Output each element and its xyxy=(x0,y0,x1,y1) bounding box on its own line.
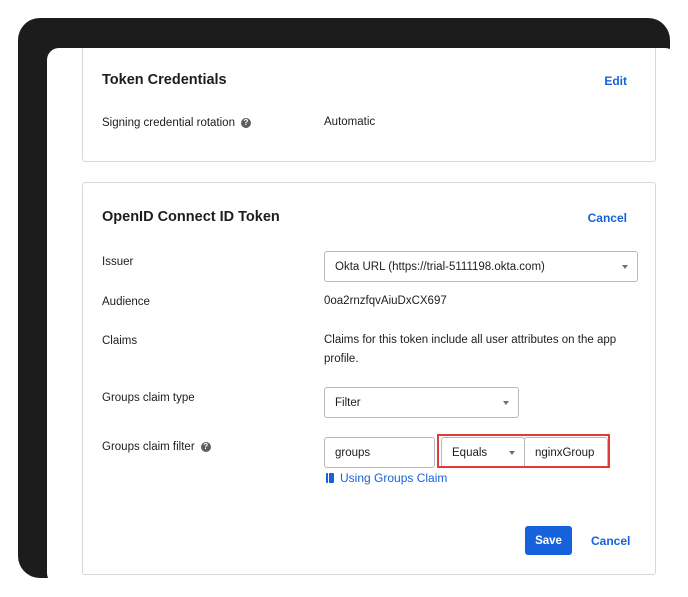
groups-claim-filter-row: Groups claim filter? xyxy=(102,441,211,453)
app-screen: Token Credentials Edit Signing credentia… xyxy=(47,48,677,585)
using-groups-claim-label: Using Groups Claim xyxy=(340,471,448,485)
issuer-value: Okta URL (https://trial-5111198.okta.com… xyxy=(335,260,545,273)
audience-value: 0oa2rnzfqvAiuDxCX697 xyxy=(324,295,447,307)
token-credentials-title: Token Credentials xyxy=(102,72,227,88)
groups-claim-type-select[interactable]: Filter xyxy=(324,387,519,418)
oidc-cancel-link[interactable]: Cancel xyxy=(588,211,627,225)
edit-link[interactable]: Edit xyxy=(604,74,627,88)
chevron-down-icon xyxy=(622,264,628,269)
audience-label: Audience xyxy=(102,296,150,308)
using-groups-claim-link[interactable]: Using Groups Claim xyxy=(326,471,447,485)
groups-claim-filter-label: Groups claim filter xyxy=(102,441,195,453)
token-credentials-card: Token Credentials Edit Signing credentia… xyxy=(82,48,656,162)
groups-claim-type-label: Groups claim type xyxy=(102,392,195,404)
oidc-token-card: OpenID Connect ID Token Cancel Issuer Ok… xyxy=(82,182,656,575)
filter-claim-name-value: groups xyxy=(335,446,371,459)
book-icon xyxy=(326,473,334,483)
claims-label: Claims xyxy=(102,335,138,347)
cancel-button[interactable]: Cancel xyxy=(591,534,630,548)
oidc-title: OpenID Connect ID Token xyxy=(102,209,280,225)
save-button[interactable]: Save xyxy=(525,526,572,555)
highlight-annotation xyxy=(437,434,610,468)
signing-rotation-row: Signing credential rotation? xyxy=(102,117,251,129)
device-frame: Token Credentials Edit Signing credentia… xyxy=(18,18,677,585)
signing-rotation-value: Automatic xyxy=(324,116,376,128)
chevron-down-icon xyxy=(503,400,509,405)
signing-rotation-label: Signing credential rotation xyxy=(102,117,235,129)
issuer-label: Issuer xyxy=(102,256,134,268)
groups-claim-type-value: Filter xyxy=(335,396,361,409)
claims-value: Claims for this token include all user a… xyxy=(324,334,617,365)
help-icon[interactable]: ? xyxy=(240,118,251,128)
help-icon[interactable]: ? xyxy=(200,442,211,452)
issuer-select[interactable]: Okta URL (https://trial-5111198.okta.com… xyxy=(324,251,638,282)
filter-claim-name-input[interactable]: groups xyxy=(324,437,435,468)
